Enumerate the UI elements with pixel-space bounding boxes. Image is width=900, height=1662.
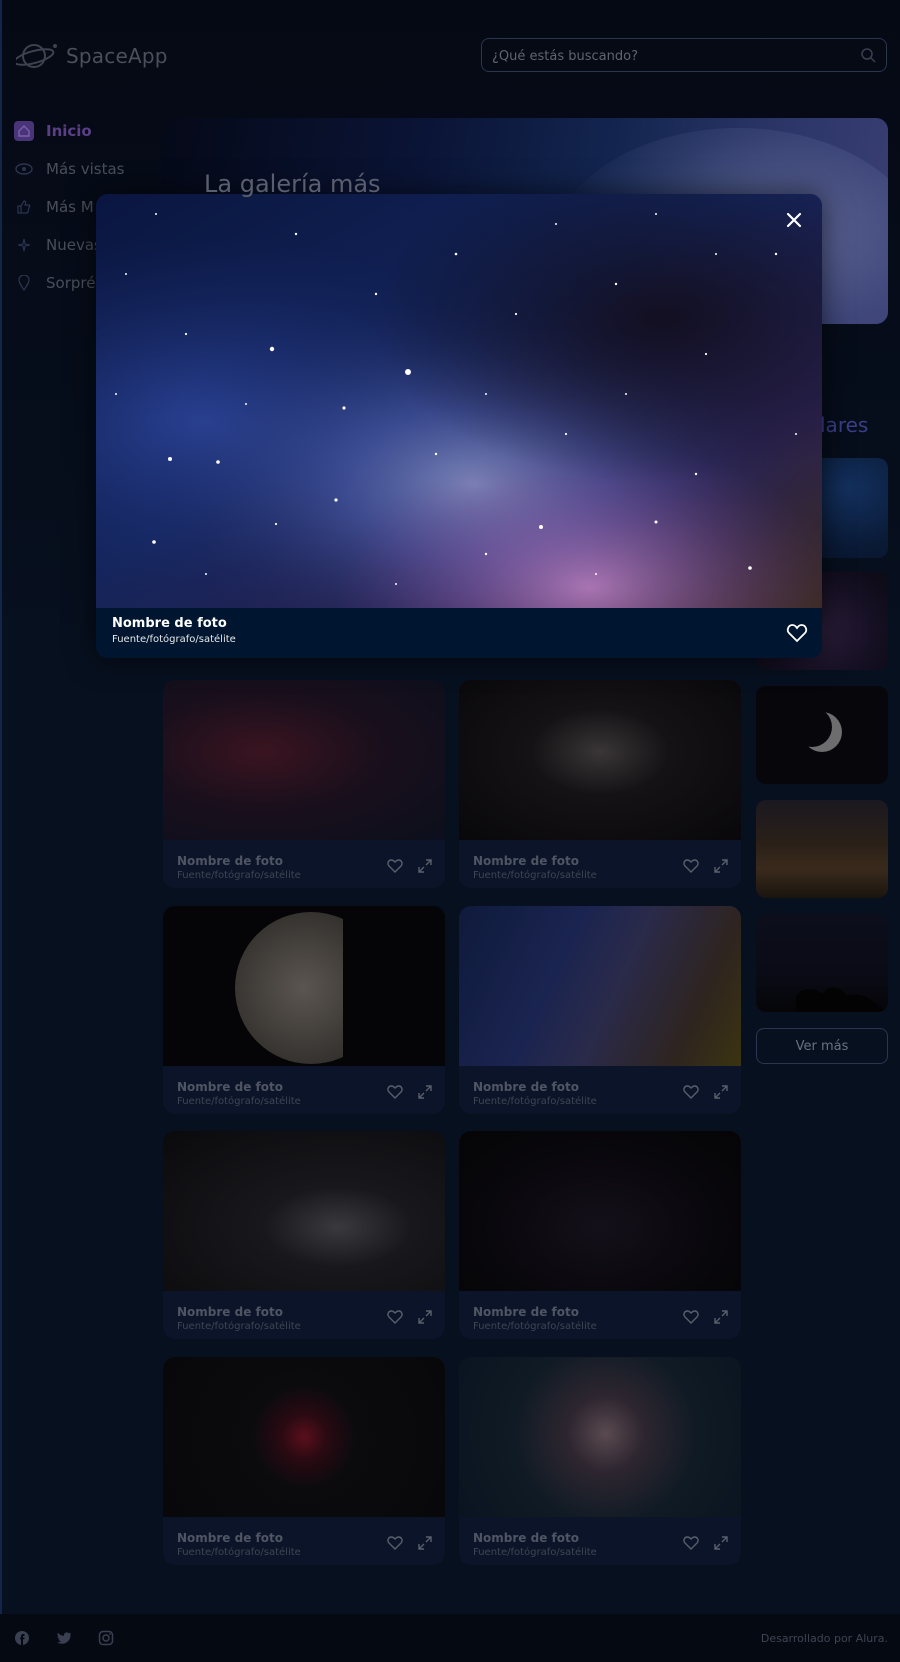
card-title: Nombre de foto — [473, 854, 579, 868]
gallery-card[interactable]: Nombre de foto Fuente/fotógrafo/satélite — [459, 906, 741, 1114]
card-image[interactable] — [459, 1131, 741, 1291]
gallery-card[interactable]: Nombre de foto Fuente/fotógrafo/satélite — [459, 1357, 741, 1565]
card-title: Nombre de foto — [177, 854, 283, 868]
card-source: Fuente/fotógrafo/satélite — [177, 1321, 301, 1332]
expand-icon[interactable] — [417, 1309, 433, 1325]
modal-photo-title: Nombre de foto — [112, 616, 227, 631]
card-title: Nombre de foto — [177, 1531, 283, 1545]
photo-modal: Nombre de foto Fuente/fotógrafo/satélite — [96, 194, 822, 658]
card-source: Fuente/fotógrafo/satélite — [473, 1096, 597, 1107]
favorite-icon[interactable] — [387, 1309, 403, 1325]
facebook-icon[interactable] — [14, 1630, 30, 1646]
expand-icon[interactable] — [713, 858, 729, 874]
popular-image[interactable] — [756, 686, 888, 784]
card-image[interactable] — [459, 680, 741, 840]
card-image[interactable] — [163, 906, 445, 1066]
card-title: Nombre de foto — [473, 1080, 579, 1094]
gallery-card[interactable]: Nombre de foto Fuente/fotógrafo/satélite — [163, 1357, 445, 1565]
card-source: Fuente/fotógrafo/satélite — [177, 1096, 301, 1107]
card-image[interactable] — [459, 1357, 741, 1517]
card-title: Nombre de foto — [177, 1305, 283, 1319]
card-title: Nombre de foto — [473, 1305, 579, 1319]
card-image[interactable] — [163, 680, 445, 840]
popular-image[interactable] — [756, 800, 888, 898]
window-edge — [0, 0, 2, 1662]
expand-icon[interactable] — [417, 1535, 433, 1551]
card-source: Fuente/fotógrafo/satélite — [473, 1321, 597, 1332]
planet-logo-icon — [16, 44, 57, 68]
favorite-icon[interactable] — [683, 1535, 699, 1551]
sparkle-icon — [14, 235, 34, 255]
thumbs-up-icon — [14, 197, 34, 217]
search-input[interactable] — [490, 39, 844, 73]
favorite-icon[interactable] — [786, 622, 808, 644]
favorite-icon[interactable] — [387, 858, 403, 874]
moon-crescent-image — [792, 707, 842, 752]
sidebar-item-label: Más M — [46, 198, 94, 216]
sidebar-item-mas-vistas[interactable]: Más vistas — [14, 150, 124, 188]
map-pin-icon — [14, 273, 34, 293]
favorite-icon[interactable] — [387, 1084, 403, 1100]
favorite-icon[interactable] — [683, 858, 699, 874]
card-footer: Nombre de foto Fuente/fotógrafo/satélite — [163, 840, 445, 888]
card-footer: Nombre de foto Fuente/fotógrafo/satélite — [163, 1517, 445, 1565]
sidebar-item-label: Sorpré — [46, 274, 96, 292]
expand-icon[interactable] — [713, 1309, 729, 1325]
gallery-card[interactable]: Nombre de foto Fuente/fotógrafo/satélite — [163, 906, 445, 1114]
card-title: Nombre de foto — [473, 1531, 579, 1545]
eye-icon — [14, 159, 34, 179]
sidebar-item-label: Nuevas — [46, 236, 102, 254]
modal-footer: Nombre de foto Fuente/fotógrafo/satélite — [96, 608, 822, 658]
card-title: Nombre de foto — [177, 1080, 283, 1094]
modal-photo-source: Fuente/fotógrafo/satélite — [112, 634, 236, 645]
gallery-card[interactable]: Nombre de foto Fuente/fotógrafo/satélite — [163, 1131, 445, 1339]
card-footer: Nombre de foto Fuente/fotógrafo/satélite — [459, 1517, 741, 1565]
search-icon[interactable] — [860, 47, 876, 63]
card-source: Fuente/fotógrafo/satélite — [177, 1547, 301, 1558]
card-image[interactable] — [163, 1131, 445, 1291]
gallery-card[interactable]: Nombre de foto Fuente/fotógrafo/satélite — [459, 680, 741, 888]
home-icon — [14, 121, 34, 141]
card-image[interactable] — [163, 1357, 445, 1517]
gallery-card[interactable]: Nombre de foto Fuente/fotógrafo/satélite — [163, 680, 445, 888]
card-footer: Nombre de foto Fuente/fotógrafo/satélite — [459, 1291, 741, 1339]
card-footer: Nombre de foto Fuente/fotógrafo/satélite — [163, 1066, 445, 1114]
sidebar-item-inicio[interactable]: Inicio — [14, 112, 124, 150]
logo[interactable]: SpaceApp — [16, 40, 168, 72]
banner-title: La galería más — [204, 170, 381, 198]
card-image[interactable] — [459, 906, 741, 1066]
popular-section-title: lares — [820, 413, 869, 437]
twitter-icon[interactable] — [56, 1630, 72, 1646]
expand-icon[interactable] — [417, 858, 433, 874]
popular-image[interactable] — [756, 914, 888, 1012]
footer-credits: Desarrollado por Alura. — [760, 1632, 888, 1645]
card-footer: Nombre de foto Fuente/fotógrafo/satélite — [459, 1066, 741, 1114]
modal-image[interactable] — [96, 194, 822, 608]
moon-image — [235, 906, 445, 1066]
expand-icon[interactable] — [713, 1535, 729, 1551]
favorite-icon[interactable] — [387, 1535, 403, 1551]
card-source: Fuente/fotógrafo/satélite — [473, 1547, 597, 1558]
close-icon[interactable] — [782, 208, 806, 232]
tree-silhouette-image — [796, 987, 888, 1012]
card-source: Fuente/fotógrafo/satélite — [473, 870, 597, 881]
gallery-card[interactable]: Nombre de foto Fuente/fotógrafo/satélite — [459, 1131, 741, 1339]
expand-icon[interactable] — [417, 1084, 433, 1100]
sidebar-item-label: Más vistas — [46, 160, 125, 178]
card-footer: Nombre de foto Fuente/fotógrafo/satélite — [459, 840, 741, 888]
favorite-icon[interactable] — [683, 1309, 699, 1325]
card-footer: Nombre de foto Fuente/fotógrafo/satélite — [163, 1291, 445, 1339]
favorite-icon[interactable] — [683, 1084, 699, 1100]
footer: Desarrollado por Alura. — [0, 1614, 900, 1662]
instagram-icon[interactable] — [98, 1630, 114, 1646]
search-bar[interactable] — [481, 38, 887, 73]
card-source: Fuente/fotógrafo/satélite — [177, 870, 301, 881]
logo-text: SpaceApp — [66, 44, 168, 68]
ver-mas-button[interactable]: Ver más — [756, 1028, 888, 1064]
sidebar-item-label: Inicio — [46, 122, 92, 140]
expand-icon[interactable] — [713, 1084, 729, 1100]
